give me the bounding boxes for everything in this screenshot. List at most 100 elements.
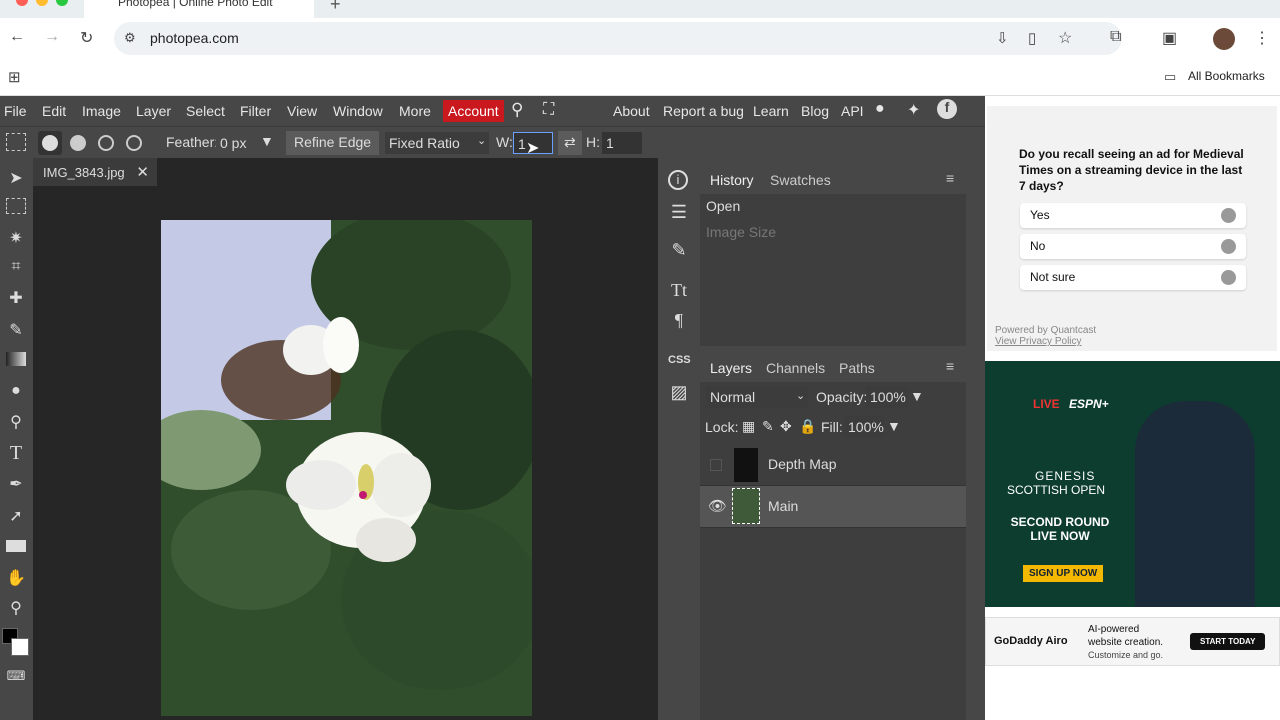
profile-avatar[interactable]: [1213, 28, 1235, 50]
brush-settings-icon[interactable]: ✎: [668, 240, 690, 262]
add-selection-icon[interactable]: [70, 135, 86, 151]
ratio-select[interactable]: Fixed Ratio: [385, 132, 489, 154]
menu-edit[interactable]: Edit: [42, 103, 66, 119]
godaddy-ad[interactable]: GoDaddy Airo AI-powered website creation…: [985, 617, 1280, 666]
menu-image[interactable]: Image: [82, 103, 121, 119]
menu-file[interactable]: File: [4, 103, 27, 119]
tab-paths[interactable]: Paths: [839, 360, 875, 376]
menu-layer[interactable]: Layer: [136, 103, 171, 119]
blur-tool-icon[interactable]: ●: [6, 382, 26, 402]
page-icon[interactable]: ▯: [1028, 29, 1036, 47]
subtract-selection-icon[interactable]: [98, 135, 114, 151]
healing-brush-icon[interactable]: ✚: [6, 288, 26, 308]
menu-learn[interactable]: Learn: [753, 103, 789, 119]
feather-input[interactable]: 0 px: [216, 132, 260, 154]
minimize-window-icon[interactable]: [36, 0, 48, 6]
marquee-tool-icon[interactable]: [6, 133, 26, 151]
visibility-toggle[interactable]: [710, 459, 722, 471]
document-tab[interactable]: IMG_3843.jpg ✕: [33, 158, 157, 186]
gradient-tool-icon[interactable]: [6, 352, 26, 366]
magic-wand-icon[interactable]: ✷: [6, 228, 26, 248]
tab-history[interactable]: History: [710, 172, 754, 188]
facebook-icon[interactable]: f: [937, 99, 957, 119]
opacity-input[interactable]: 100%: [866, 386, 908, 408]
reload-icon[interactable]: ↻: [80, 28, 93, 48]
eye-icon[interactable]: 👁: [708, 497, 727, 515]
layer-row[interactable]: 👁 Main: [700, 486, 966, 528]
fullscreen-icon[interactable]: ⛶: [543, 101, 554, 119]
background-color-swatch[interactable]: [11, 638, 29, 656]
info-icon[interactable]: i: [668, 170, 688, 190]
browser-menu-icon[interactable]: ⋮: [1254, 28, 1270, 48]
tab-layers[interactable]: Layers: [710, 360, 752, 376]
menu-more[interactable]: More: [399, 103, 431, 119]
marquee-tool-icon[interactable]: [6, 198, 26, 214]
crop-tool-icon[interactable]: ⌗: [6, 258, 26, 278]
tab-search-icon[interactable]: ▣: [1162, 28, 1177, 48]
adjustments-icon[interactable]: ☰: [668, 202, 690, 224]
golf-ad[interactable]: LIVE ESPN+ GENESIS SCOTTISH OPEN SECOND …: [985, 361, 1280, 607]
history-item[interactable]: Image Size: [700, 220, 966, 246]
zoom-window-icon[interactable]: [56, 0, 68, 6]
history-item[interactable]: Open: [700, 194, 966, 220]
hand-tool-icon[interactable]: ✋: [6, 568, 26, 588]
panel-menu-icon[interactable]: ≡: [946, 170, 954, 186]
menu-filter[interactable]: Filter: [240, 103, 271, 119]
css-icon[interactable]: CSS: [668, 354, 691, 376]
reddit-icon[interactable]: ●: [875, 100, 885, 118]
close-window-icon[interactable]: [16, 0, 28, 6]
shape-tool-icon[interactable]: [6, 540, 26, 552]
paragraph-icon[interactable]: ¶: [668, 310, 690, 332]
survey-option[interactable]: No: [1020, 234, 1246, 259]
survey-option[interactable]: Yes: [1020, 203, 1246, 228]
all-bookmarks[interactable]: All Bookmarks: [1188, 69, 1265, 83]
twitter-icon[interactable]: ✦: [907, 100, 920, 120]
search-icon[interactable]: ⚲: [511, 100, 523, 120]
move-tool-icon[interactable]: ➤: [6, 168, 26, 188]
browser-tab[interactable]: Photopea | Online Photo Edit: [84, 0, 314, 18]
sign-up-button[interactable]: SIGN UP NOW: [1023, 565, 1104, 582]
height-input[interactable]: 1: [602, 132, 642, 154]
layer-row[interactable]: Depth Map: [700, 444, 966, 486]
blend-mode-select[interactable]: Normal: [706, 386, 808, 408]
privacy-link[interactable]: View Privacy Policy: [995, 336, 1082, 347]
zoom-tool-icon[interactable]: ⚲: [6, 598, 26, 618]
site-settings-icon[interactable]: ⚙: [124, 30, 136, 46]
start-today-button[interactable]: START TODAY: [1190, 633, 1266, 650]
bookmark-star-icon[interactable]: ☆: [1058, 28, 1072, 48]
extensions-icon[interactable]: ⧉: [1110, 28, 1121, 46]
feather-dropdown-icon[interactable]: ▼: [260, 133, 274, 149]
keyboard-icon[interactable]: ⌨: [6, 668, 26, 688]
path-select-icon[interactable]: ➚: [6, 506, 26, 526]
tab-swatches[interactable]: Swatches: [770, 172, 831, 188]
survey-option[interactable]: Not sure: [1020, 265, 1246, 290]
menu-view[interactable]: View: [287, 103, 317, 119]
menu-window[interactable]: Window: [333, 103, 383, 119]
lock-transparency-icon[interactable]: ▦: [742, 418, 755, 435]
tab-channels[interactable]: Channels: [766, 360, 825, 376]
back-icon[interactable]: ←: [9, 28, 25, 46]
fill-input[interactable]: 100%: [844, 416, 884, 438]
brush-tool-icon[interactable]: ✎: [6, 320, 26, 340]
image-icon[interactable]: ▨: [668, 382, 690, 404]
omnibox[interactable]: ⚙ photopea.com ⇩ ▯ ☆: [114, 22, 1122, 55]
swap-icon[interactable]: ⇄: [558, 131, 582, 155]
account-button[interactable]: Account: [443, 100, 504, 122]
intersect-selection-icon[interactable]: [126, 135, 142, 151]
opacity-dropdown-icon[interactable]: ▼: [910, 388, 924, 404]
close-icon[interactable]: ✕: [136, 163, 149, 181]
install-app-icon[interactable]: ⇩: [996, 29, 1009, 47]
menu-about[interactable]: About: [613, 103, 650, 119]
canvas-image[interactable]: [161, 220, 532, 716]
lock-position-icon[interactable]: ✥: [780, 418, 792, 435]
pen-tool-icon[interactable]: ✒: [6, 474, 26, 494]
apps-grid-icon[interactable]: ⊞: [8, 68, 21, 86]
panel-menu-icon[interactable]: ≡: [946, 358, 954, 374]
menu-report-bug[interactable]: Report a bug: [663, 103, 744, 119]
refine-edge-button[interactable]: Refine Edge: [286, 131, 380, 155]
lock-paint-icon[interactable]: ✎: [762, 418, 774, 435]
fill-dropdown-icon[interactable]: ▼: [887, 418, 901, 434]
character-icon[interactable]: Tt: [668, 280, 690, 302]
lock-all-icon[interactable]: 🔒: [799, 418, 816, 435]
menu-select[interactable]: Select: [186, 103, 225, 119]
